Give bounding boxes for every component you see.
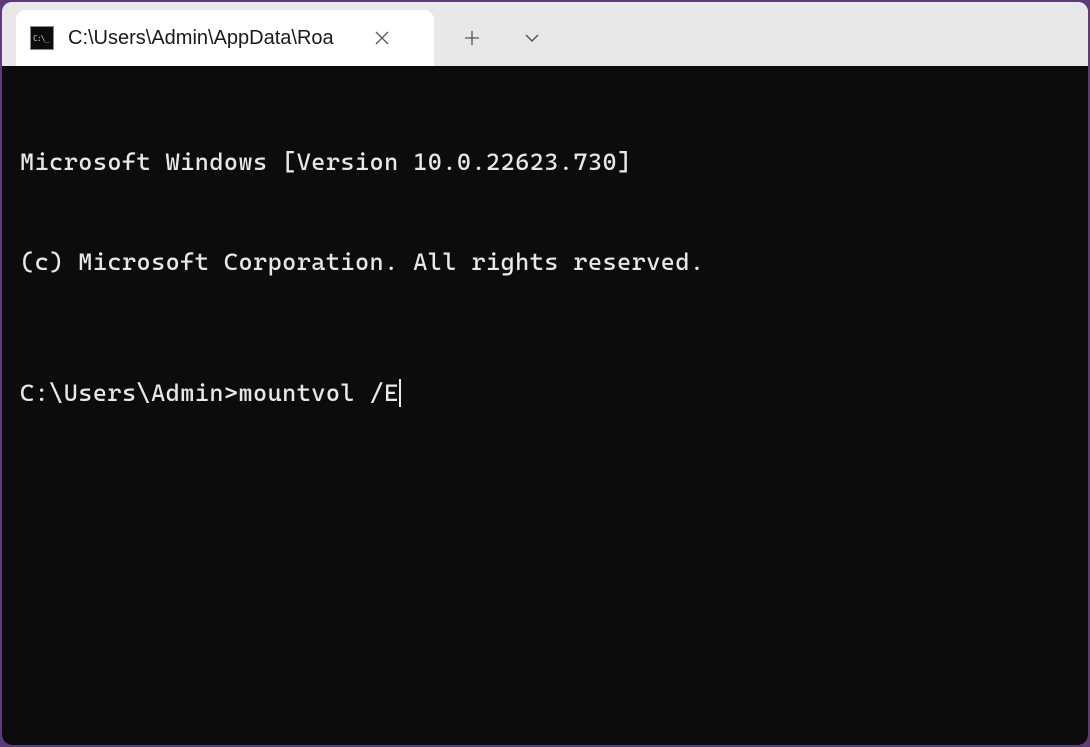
terminal-cursor — [399, 379, 401, 407]
tab-title: C:\Users\Admin\AppData\Roa — [68, 27, 358, 50]
tab-close-button[interactable] — [368, 24, 396, 52]
tab-active[interactable]: C:\_ C:\Users\Admin\AppData\Roa — [16, 10, 434, 66]
cmd-icon: C:\_ — [30, 26, 54, 50]
new-tab-button[interactable] — [452, 18, 492, 58]
terminal-banner-line2: (c) Microsoft Corporation. All rights re… — [20, 246, 1070, 279]
terminal-banner-line1: Microsoft Windows [Version 10.0.22623.73… — [20, 146, 1070, 179]
terminal-prompt-line: C:\Users\Admin>mountvol /E — [20, 377, 1070, 410]
terminal-window: C:\_ C:\Users\Admin\AppData\Roa — [2, 2, 1088, 745]
tab-dropdown-button[interactable] — [512, 18, 552, 58]
chevron-down-icon — [524, 33, 540, 43]
plus-icon — [464, 30, 480, 46]
terminal-content[interactable]: Microsoft Windows [Version 10.0.22623.73… — [2, 66, 1088, 745]
terminal-prompt: C:\Users\Admin> — [20, 377, 238, 410]
tab-bar: C:\_ C:\Users\Admin\AppData\Roa — [2, 2, 1088, 66]
terminal-command: mountvol /E — [238, 377, 398, 410]
close-icon — [375, 31, 389, 45]
tabbar-controls — [452, 10, 552, 66]
